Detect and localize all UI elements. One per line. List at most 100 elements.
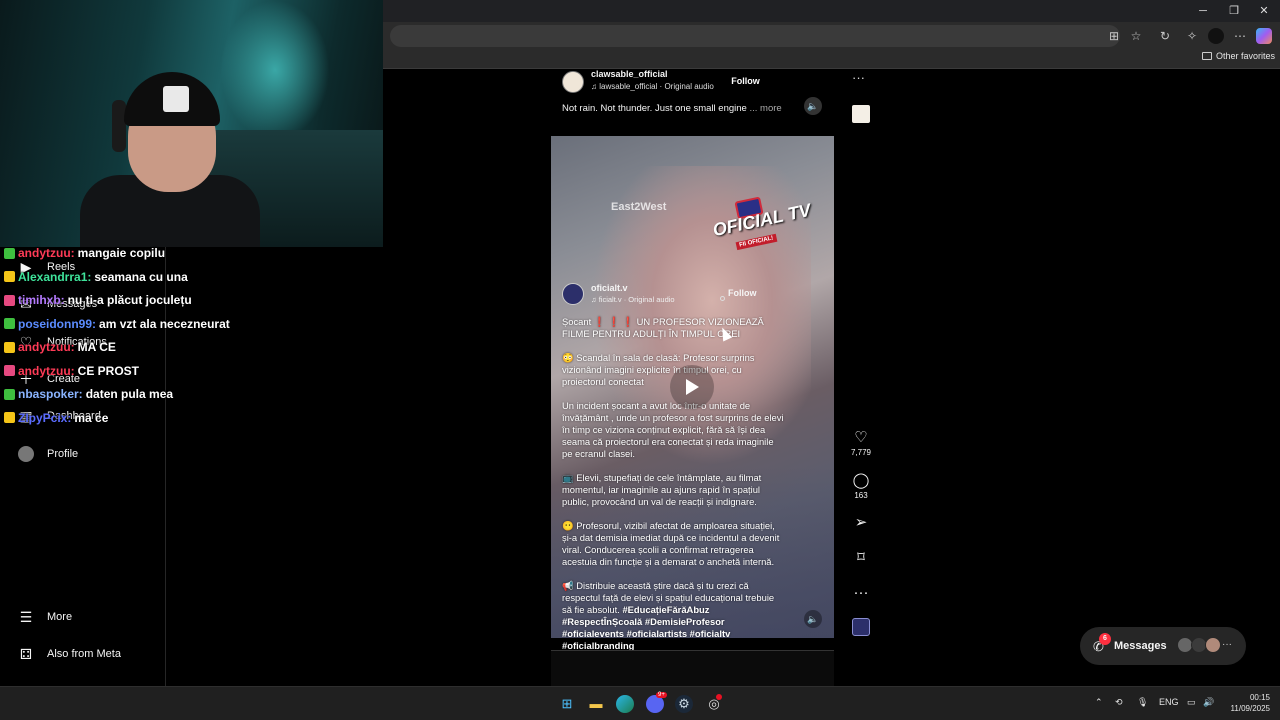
windows-start-icon[interactable]: ⊞	[558, 695, 576, 713]
chat-username: andytzuu:	[18, 340, 75, 354]
chat-username: nbaspoker:	[18, 387, 83, 401]
video-speaker-icon[interactable]: 🔈	[804, 610, 822, 628]
webcam-led-glow	[220, 0, 330, 140]
chat-username: poseidonn99:	[18, 316, 97, 331]
favorites-icon[interactable]: ✧	[1184, 28, 1200, 44]
video-dot-icon	[720, 296, 725, 301]
star-icon[interactable]: ☆	[1128, 28, 1144, 44]
speaker-icon[interactable]: 🔈	[804, 97, 822, 115]
video-text-segment: Șocant	[562, 316, 594, 327]
chat-message: andytzuu: CE PROST	[4, 364, 139, 378]
webcam-overlay	[0, 0, 383, 247]
caption-more-link[interactable]: ... more	[749, 103, 781, 114]
nav-meta-label: Also from Meta	[47, 648, 121, 660]
chat-text: CE PROST	[77, 363, 140, 378]
chat-badge-icon	[4, 271, 15, 282]
address-bar[interactable]	[390, 25, 1120, 47]
audio-thumbnail[interactable]	[852, 105, 870, 123]
chat-badge-icon	[4, 341, 15, 353]
chat-text: seamana cu una	[94, 269, 188, 284]
copilot-icon[interactable]	[1256, 28, 1272, 44]
chat-message: ZIpyPcix: ma ce	[4, 411, 108, 425]
restore-button[interactable]: ❐	[1225, 3, 1243, 19]
chat-badge-icon	[4, 412, 15, 423]
meta-apps-icon: ⚃	[19, 645, 33, 662]
chat-message: Alexandrra1: seamana cu una	[4, 270, 188, 284]
bookmark-icon: ⌑	[857, 549, 865, 566]
chat-text: nu ți-a plăcut joculețu	[67, 293, 192, 307]
system-clock[interactable]: 00:15 11/09/2025	[1218, 692, 1270, 714]
language-indicator[interactable]: ENG	[1159, 697, 1179, 707]
chat-message: andytzuu: MA CE	[4, 340, 116, 354]
folder-icon	[1202, 52, 1212, 60]
chat-message: nbaspoker: daten pula mea	[4, 387, 173, 401]
video-text-segment: ❗ ❗ ❗	[593, 316, 637, 327]
chat-badge-icon	[4, 365, 15, 376]
chat-message: poseidonn99: am vzt ala necezneurat	[4, 317, 230, 331]
video-audio-label: ♫ ficialt.v · Original audio	[591, 295, 675, 304]
video-author-avatar	[562, 283, 584, 305]
nav-profile[interactable]: Profile	[18, 446, 78, 462]
heart-icon: ♡	[854, 429, 868, 446]
chat-text: daten pula mea	[85, 387, 174, 401]
chevron-up-icon[interactable]: ⌃	[1095, 697, 1103, 708]
steam-icon[interactable]: ⚙	[675, 695, 693, 713]
video-text-paragraph: Un incident șocant a avut loc într-o uni…	[562, 400, 784, 460]
close-button[interactable]: ✕	[1255, 3, 1273, 19]
nav-also-from-meta[interactable]: ⚃ Also from Meta	[18, 646, 121, 662]
messages-more-icon: ···	[1222, 639, 1232, 650]
volume-icon[interactable]: 🔊	[1203, 697, 1214, 708]
chat-badge-icon	[4, 247, 15, 259]
play-icon	[686, 379, 699, 395]
chat-badge-icon	[4, 318, 15, 329]
send-icon: ➢	[854, 514, 868, 531]
more-options-button[interactable]: ···	[849, 584, 873, 602]
share-button[interactable]: ➢	[849, 514, 873, 532]
cap-logo	[163, 86, 189, 112]
chat-message: timihxb: nu ți-a plăcut joculețu	[4, 293, 192, 307]
refresh-icon[interactable]: ↻	[1157, 28, 1173, 44]
edge-icon[interactable]	[616, 695, 634, 713]
clock-date: 11/09/2025	[1230, 704, 1270, 713]
video-watermark: East2West	[611, 201, 667, 213]
file-explorer-icon[interactable]: ▬	[587, 695, 605, 713]
avatar	[18, 446, 34, 462]
unread-badge: 6	[1099, 633, 1111, 645]
comment-icon: ◯	[852, 472, 870, 489]
post-more-icon[interactable]: ···	[852, 70, 865, 85]
minimize-button[interactable]: ─	[1194, 3, 1212, 19]
save-button[interactable]: ⌑	[849, 549, 873, 567]
video-text-paragraph: 📺 Elevii, stupefiați de cele întâmplate,…	[562, 472, 784, 508]
video-text-segment: Un incident șocant a avut loc într-o uni…	[562, 400, 784, 459]
post-audio-link[interactable]: ♫ lawsable_official · Original audio	[591, 82, 714, 91]
microphone-icon[interactable]: 🎙	[1137, 697, 1148, 708]
chat-text: am vzt ala necezneurat	[99, 316, 230, 331]
more-icon[interactable]: ⋯	[1232, 28, 1248, 44]
messages-pill-label: Messages	[1114, 640, 1167, 652]
comment-button[interactable]: ◯ 163	[849, 472, 873, 500]
chat-username: ZIpyPcix:	[18, 410, 72, 425]
windows-taskbar	[0, 686, 1280, 720]
reel-audio-thumbnail[interactable]	[852, 618, 870, 636]
post-author-username[interactable]: clawsable_official	[591, 69, 668, 79]
chat-text: MA CE	[77, 340, 116, 354]
chat-text: mangaie copilu	[77, 246, 166, 260]
discord-badge: 9+	[656, 692, 667, 698]
post-author-avatar[interactable]	[562, 71, 584, 93]
video-text-paragraph: Șocant ❗ ❗ ❗ UN PROFESOR VIZIONEAZĂ FILM…	[562, 316, 784, 340]
nav-more[interactable]: ☰ More	[18, 609, 72, 625]
network-icon[interactable]: ▭	[1187, 697, 1196, 708]
video-text-segment: 😶 Profesorul, vizibil afectat de amploar…	[562, 520, 780, 567]
comment-count: 163	[854, 491, 868, 500]
next-reel-preview[interactable]	[551, 650, 834, 686]
sync-icon[interactable]: ⟲	[1115, 697, 1123, 708]
other-favorites[interactable]: Other favorites	[1202, 51, 1275, 61]
chat-badge-icon	[4, 294, 15, 306]
like-button[interactable]: ♡ 7,779	[849, 429, 873, 457]
video-text-segment: 😳 Scandal în sala de clasă: Profesor sur…	[562, 352, 755, 387]
obs-recording-dot	[716, 694, 722, 700]
follow-button[interactable]: Follow	[725, 73, 766, 90]
profile-icon[interactable]	[1208, 28, 1224, 44]
apps-icon[interactable]: ⊞	[1106, 28, 1122, 44]
video-text-paragraph: 📢 Distribuie această știre dacă și tu cr…	[562, 580, 784, 652]
